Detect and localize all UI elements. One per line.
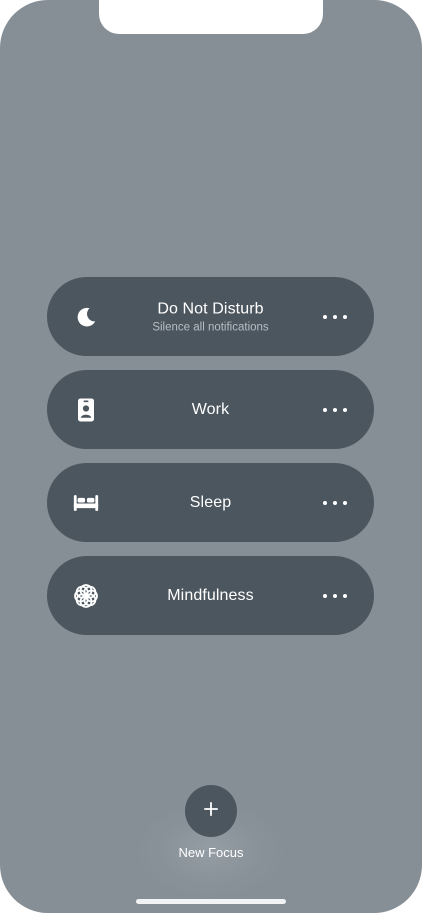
bed-icon [72,489,100,517]
focus-item-text: Sleep [117,493,304,513]
ellipsis-dot [323,593,327,598]
ellipsis-dot [343,407,347,412]
flower-icon [72,582,100,610]
focus-item-title: Mindfulness [167,586,254,604]
focus-item-text: Mindfulness [117,586,304,606]
focus-item-subtitle: Silence all notifications [152,321,269,333]
device-notch [99,0,323,34]
focus-mode-list: Do Not Disturb Silence all notifications… [47,277,374,649]
ellipsis-dot [343,593,347,598]
home-indicator[interactable] [136,899,286,904]
new-focus-button[interactable] [185,785,237,837]
focus-item-title: Do Not Disturb [157,300,264,317]
ellipsis-dot [333,314,337,319]
focus-item-do-not-disturb[interactable]: Do Not Disturb Silence all notifications [47,277,374,356]
focus-item-title: Work [191,400,230,418]
ellipsis-dot [323,500,327,505]
plus-icon [202,800,220,823]
more-options-button[interactable] [323,495,347,511]
moon-icon [72,303,100,331]
ellipsis-dot [333,593,337,598]
more-options-button[interactable] [323,309,347,325]
focus-item-text: Do Not Disturb Silence all notifications [117,299,304,334]
new-focus-label[interactable]: New Focus [111,845,311,860]
ellipsis-dot [323,314,327,319]
focus-item-title: Sleep [189,493,232,511]
focus-item-text: Work [117,400,304,420]
focus-item-sleep[interactable]: Sleep [47,463,374,542]
id-badge-icon [72,396,100,424]
ellipsis-dot [343,500,347,505]
ellipsis-dot [323,407,327,412]
phone-screen: Do Not Disturb Silence all notifications… [0,0,422,913]
focus-item-mindfulness[interactable]: Mindfulness [47,556,374,635]
focus-item-work[interactable]: Work [47,370,374,449]
ellipsis-dot [333,407,337,412]
more-options-button[interactable] [323,402,347,418]
ellipsis-dot [333,500,337,505]
more-options-button[interactable] [323,588,347,604]
ellipsis-dot [343,314,347,319]
